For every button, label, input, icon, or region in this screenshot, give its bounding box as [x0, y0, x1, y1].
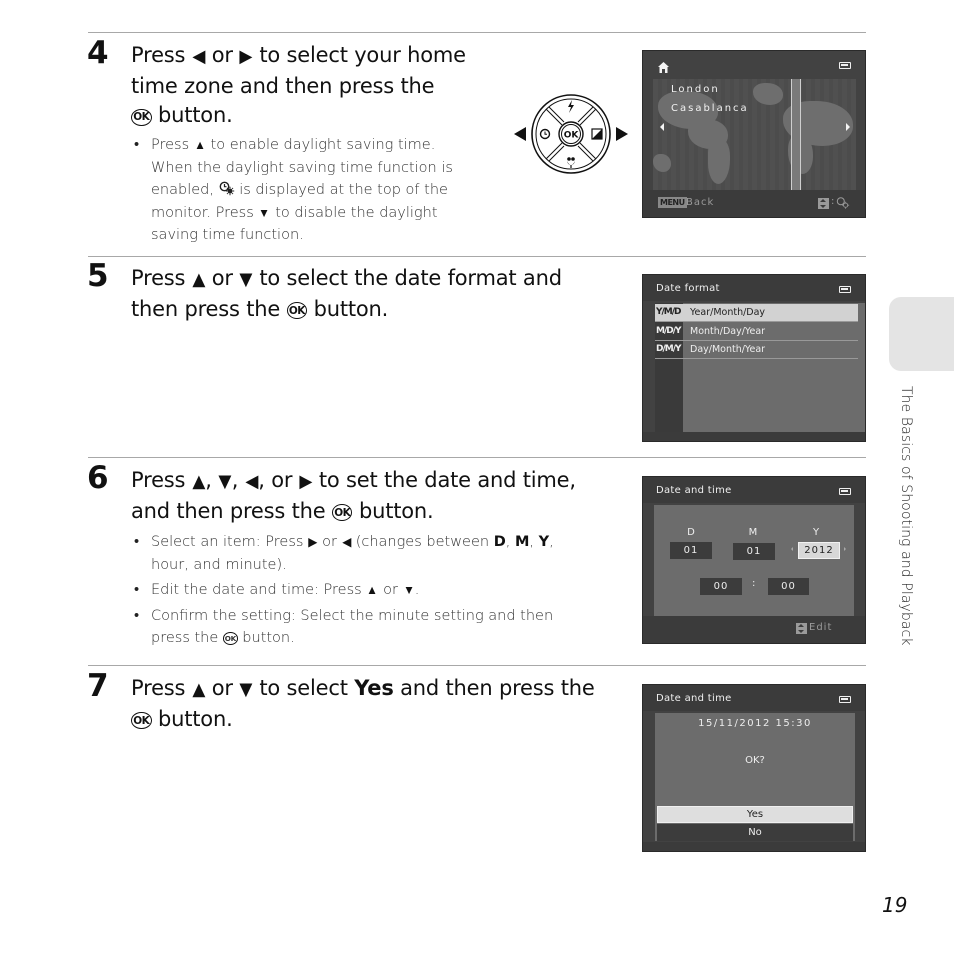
left-arrow-icon: ◀ [341, 535, 351, 549]
time-zone-city: London [671, 84, 720, 95]
back-label: Back [686, 197, 715, 208]
camera-screen-date-time-confirm: Date and time 15/11/2012 15:30 OK? Yes N… [642, 684, 866, 852]
step-6-title: Press ▲, ▼, ◀, or ▶ to set the date and … [131, 468, 576, 523]
up-arrow-icon: ▲ [192, 269, 205, 290]
right-arrow-icon: ▶ [308, 535, 318, 549]
up-arrow-icon: ▲ [192, 679, 205, 700]
chapter-title: The Basics of Shooting and Playback [898, 386, 914, 646]
step-4-notes: Press ▲ to enable daylight saving time. … [131, 134, 491, 250]
ok-button-icon: OK [222, 632, 238, 645]
down-arrow-icon: ▼ [218, 471, 232, 492]
right-arrow-icon: ▶ [299, 471, 313, 492]
date-format-list: Y/M/D Year/Month/Day M/D/Y Month/Day/Yea… [655, 303, 865, 433]
section-divider [88, 665, 866, 666]
chapter-tab [889, 297, 954, 371]
no-option[interactable]: No [657, 824, 853, 841]
up-down-icon [796, 623, 807, 634]
battery-icon [839, 696, 851, 703]
date-time-fields: D M Y 01 01 2012 00 : 00 [654, 505, 854, 617]
left-arrow-icon [791, 547, 793, 551]
confirm-question: OK? [745, 755, 765, 766]
hour-field[interactable]: 00 [700, 578, 742, 595]
down-arrow-icon: ▼ [258, 205, 271, 220]
bullet-item: Edit the date and time: Press ▲ or ▼. [131, 579, 601, 602]
down-arrow-icon: ▼ [239, 269, 253, 290]
step-number-6: 6 [87, 460, 109, 496]
ok-label: OK [564, 131, 580, 141]
daylight-saving-icon [836, 197, 850, 209]
selected-time-zone-band [791, 79, 801, 192]
camera-screen-date-time-edit: Date and time D M Y 01 01 2012 00 : 00 E… [642, 476, 866, 644]
step-7-title: Press ▲ or ▼ to select Yes and then pres… [131, 676, 595, 731]
screen-title: Date format [656, 283, 720, 294]
step-5-title: Press ▲ or ▼ to select the date format a… [131, 266, 562, 321]
down-arrow-icon: ▼ [402, 583, 415, 597]
ok-button-icon: OK [131, 108, 152, 126]
date-format-option[interactable]: Y/M/D Year/Month/Day [655, 304, 858, 322]
up-arrow-icon: ▲ [194, 138, 206, 152]
edit-label: Edit [809, 622, 833, 633]
step-number-4: 4 [87, 35, 109, 71]
time-zone-city: Casablanca [671, 103, 749, 114]
minute-field[interactable]: 00 [768, 578, 809, 595]
page-number: 19 [882, 893, 908, 917]
step-number-7: 7 [87, 668, 109, 704]
up-arrow-icon: ▲ [192, 471, 205, 492]
left-arrow-icon [514, 127, 526, 141]
battery-icon [839, 488, 851, 495]
world-map[interactable] [653, 79, 856, 192]
step-4-title: Press ◀ or ▶ to select your home time zo… [131, 43, 466, 127]
up-down-icon [818, 198, 829, 209]
date-format-option[interactable]: M/D/Y Month/Day/Year [655, 323, 858, 341]
year-field[interactable]: 2012 [798, 542, 840, 559]
camera-screen-time-zone: London Casablanca MENU Back : [642, 50, 866, 218]
section-divider [88, 457, 866, 458]
down-arrow-icon: ▼ [239, 679, 253, 700]
screen-title: Date and time [656, 693, 732, 704]
confirm-dialog: 15/11/2012 15:30 OK? Yes No [655, 713, 855, 841]
datetime-readout: 15/11/2012 15:30 [698, 718, 812, 729]
bullet-item: Select an item: Press ▶ or ◀ (changes be… [131, 531, 601, 576]
date-format-option[interactable]: D/M/Y Day/Month/Year [655, 341, 858, 359]
step-6-notes: Select an item: Press ▶ or ◀ (changes be… [131, 531, 601, 653]
up-arrow-icon: ▲ [366, 583, 379, 597]
right-arrow-icon [616, 127, 628, 141]
ok-button-icon: OK [131, 712, 152, 730]
right-arrow-icon[interactable] [846, 123, 850, 131]
section-divider [88, 32, 866, 33]
battery-icon [839, 286, 851, 293]
right-arrow-icon [844, 547, 846, 551]
section-divider [88, 256, 866, 257]
multi-selector-dpad-illustration: OK [514, 94, 628, 174]
step-number-5: 5 [87, 258, 109, 294]
left-arrow-icon[interactable] [660, 123, 664, 131]
right-arrow-icon: ▶ [239, 46, 253, 67]
bullet-item: Confirm the setting: Select the minute s… [131, 605, 601, 650]
home-icon [658, 62, 669, 73]
ok-button-icon: OK [286, 302, 308, 320]
left-arrow-icon: ◀ [192, 46, 205, 67]
left-arrow-icon: ◀ [245, 471, 258, 492]
daylight-saving-icon [219, 181, 234, 196]
battery-icon [839, 62, 851, 69]
day-field[interactable]: 01 [670, 542, 712, 559]
bullet-item: Press ▲ to enable daylight saving time. … [131, 134, 491, 247]
month-field[interactable]: 01 [733, 543, 775, 560]
screen-title: Date and time [656, 485, 732, 496]
menu-button-icon[interactable]: MENU [658, 197, 687, 208]
yes-option[interactable]: Yes [657, 806, 853, 823]
ok-button-icon: OK [331, 504, 353, 522]
camera-screen-date-format: Date format Y/M/D Year/Month/Day M/D/Y M… [642, 274, 866, 442]
